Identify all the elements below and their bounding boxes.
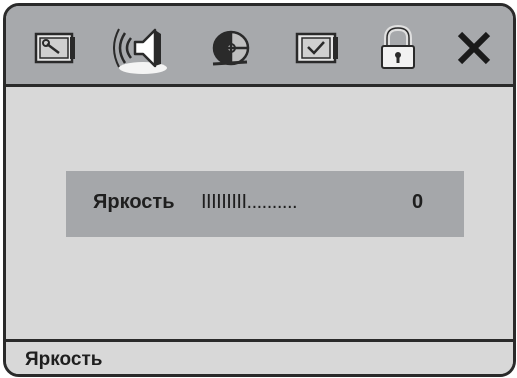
brightness-setting-row[interactable]: Яркость IIIIIIIII.......... 0 [66,171,464,237]
osd-menu-window: Яркость IIIIIIIII.......... 0 Яркость [3,3,516,377]
lock-icon [381,24,415,69]
speaker-sound-icon [113,28,167,74]
setting-level-bar: IIIIIIIII.......... [201,191,298,213]
lock-button[interactable] [370,20,426,76]
setting-value: 0 [412,191,424,213]
film-button[interactable] [201,20,257,76]
film-reel-icon [212,30,250,66]
tools-monitor-button[interactable] [26,20,82,76]
status-bar: Яркость [6,339,513,374]
checkbox-monitor-button[interactable] [289,20,345,76]
status-text: Яркость [25,349,103,370]
menu-toolbar [6,6,513,87]
close-button[interactable] [446,20,502,76]
checkbox-monitor-icon [295,32,338,64]
sound-button[interactable] [113,20,169,76]
close-icon [457,31,491,65]
settings-panel: Яркость IIIIIIIII.......... 0 [6,87,513,339]
setting-label: Яркость [93,191,175,213]
tools-monitor-icon [34,32,75,64]
